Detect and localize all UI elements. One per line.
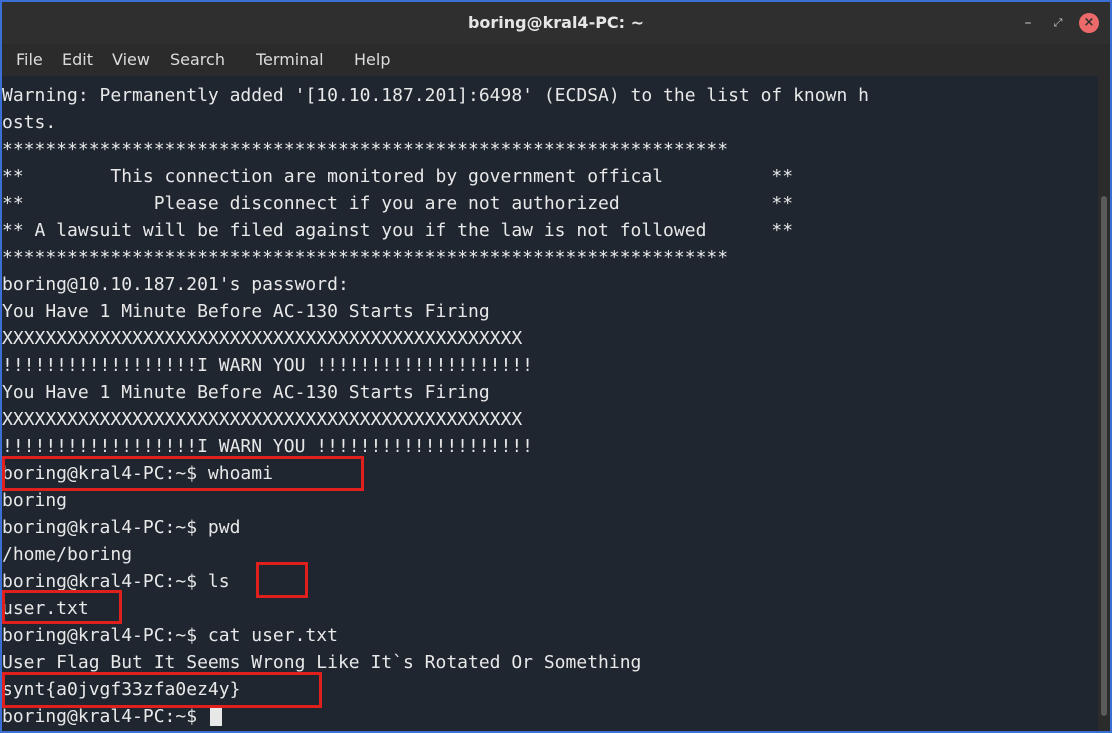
terminal-output[interactable]: Warning: Permanently added '[10.10.187.2…	[2, 76, 1098, 731]
menu-file[interactable]: File	[16, 44, 43, 76]
menu-terminal[interactable]: Terminal	[256, 44, 324, 76]
terminal-line: /home/boring	[2, 544, 133, 565]
terminal-line: ** A lawsuit will be filed against you i…	[2, 220, 794, 241]
terminal-line: osts.	[2, 112, 57, 133]
terminal-line: ** Please disconnect if you are not auth…	[2, 193, 794, 214]
terminal-line: You Have 1 Minute Before AC-130 Starts F…	[2, 382, 490, 403]
terminal-line: boring	[2, 490, 68, 511]
menu-bar: File Edit View Search Terminal Help	[2, 44, 1110, 76]
cursor	[209, 706, 222, 726]
menu-help[interactable]: Help	[354, 44, 390, 76]
highlight-whoami	[2, 456, 364, 491]
title-bar[interactable]: boring@kral4-PC: ~ – ⤢ ×	[2, 2, 1110, 44]
terminal-line: XXXXXXXXXXXXXXXXXXXXXXXXXXXXXXXXXXXXXXXX…	[2, 328, 523, 349]
prompt-text: boring@kral4-PC:~$	[2, 706, 208, 727]
menu-view[interactable]: View	[112, 44, 150, 76]
window-title: boring@kral4-PC: ~	[467, 13, 645, 32]
terminal-line: ****************************************…	[2, 247, 729, 268]
terminal-line: ****************************************…	[2, 139, 729, 160]
minimize-icon[interactable]: –	[1018, 13, 1038, 33]
terminal-line: You Have 1 Minute Before AC-130 Starts F…	[2, 301, 490, 322]
menu-edit[interactable]: Edit	[62, 44, 93, 76]
scrollbar[interactable]	[1098, 76, 1110, 731]
terminal-line: boring@10.10.187.201's password:	[2, 274, 349, 295]
close-icon[interactable]: ×	[1079, 13, 1099, 33]
menu-search[interactable]: Search	[170, 44, 225, 76]
scrollbar-thumb[interactable]	[1101, 196, 1107, 716]
terminal-line: Warning: Permanently added '[10.10.187.2…	[2, 85, 869, 106]
highlight-user-txt	[2, 590, 122, 624]
terminal-line: !!!!!!!!!!!!!!!!!!I WARN YOU !!!!!!!!!!!…	[2, 355, 534, 376]
terminal-line: XXXXXXXXXXXXXXXXXXXXXXXXXXXXXXXXXXXXXXXX…	[2, 409, 523, 430]
terminal-window: boring@kral4-PC: ~ – ⤢ × File Edit View …	[0, 0, 1112, 733]
maximize-icon[interactable]: ⤢	[1048, 13, 1068, 33]
terminal-line: boring@kral4-PC:~$ pwd	[2, 517, 241, 538]
terminal-line: ** This connection are monitored by gove…	[2, 166, 794, 187]
highlight-ls	[256, 562, 308, 598]
highlight-flag	[2, 672, 322, 708]
terminal-line: boring@kral4-PC:~$ cat user.txt	[2, 625, 338, 646]
